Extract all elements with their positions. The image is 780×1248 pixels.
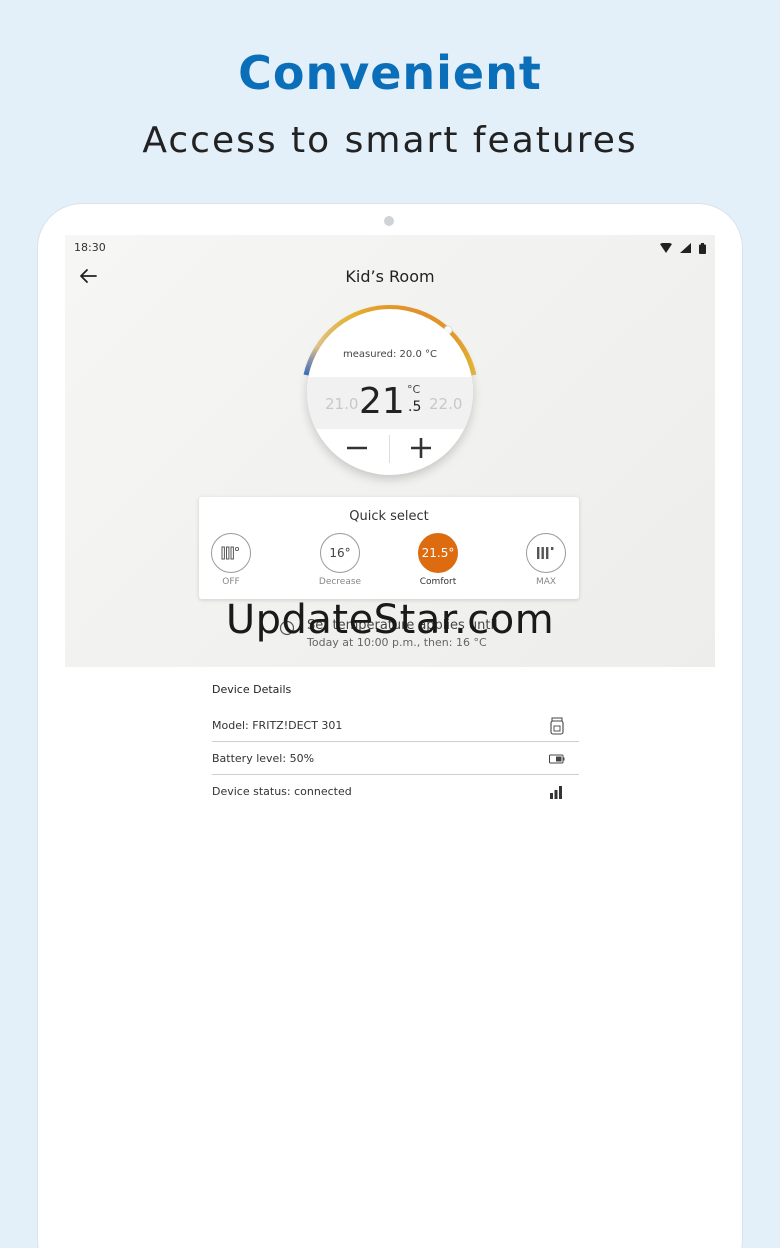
radiator-off-icon [221, 546, 240, 560]
qs-circle-decrease: 16° [320, 533, 360, 573]
signal-icon [680, 243, 691, 253]
page-title: Kid’s Room [345, 267, 435, 286]
thermostat-device-icon [550, 717, 564, 735]
qs-circle-max [526, 533, 566, 573]
dial-face: measured: 20.0 °C 21.0 21 °C .5 22.0 [307, 309, 473, 475]
temperature-prev-value[interactable]: 21.0 [325, 395, 358, 413]
measured-temperature: measured: 20.0 °C [343, 349, 437, 360]
signal-bars-icon [550, 786, 562, 799]
detail-battery-text: Battery level: 50% [212, 752, 315, 765]
status-bar: 18:30 [74, 241, 706, 259]
battery-half-icon [549, 754, 565, 764]
dial-controls [307, 429, 473, 469]
temperature-unit: °C [407, 383, 421, 396]
qs-circle-comfort: 21.5° [418, 533, 458, 573]
promo-title: Convenient [238, 46, 542, 100]
quick-select-off[interactable]: OFF [199, 533, 263, 587]
temperature-dial[interactable]: measured: 20.0 °C 21.0 21 °C .5 22.0 [301, 303, 479, 481]
tablet-frame: 18:30 Kid’s Room measured: 20.0 °C 21.0 … [38, 204, 742, 1248]
battery-icon [699, 242, 706, 254]
quick-select-max[interactable]: MAX [514, 533, 578, 587]
quick-select-title: Quick select [349, 509, 429, 524]
detail-row-status: Device status: connected [212, 775, 579, 808]
thermostat-panel: 18:30 Kid’s Room measured: 20.0 °C 21.0 … [65, 235, 715, 667]
plus-button[interactable] [407, 433, 435, 463]
detail-row-model: Model: FRITZ!DECT 301 [212, 709, 579, 742]
promo-subtitle: Access to smart features [142, 120, 638, 161]
dial-divider [389, 435, 390, 463]
qs-circle-off [211, 533, 251, 573]
quick-select-comfort[interactable]: 21.5° Comfort [406, 533, 470, 587]
temperature-next-value[interactable]: 22.0 [429, 395, 462, 413]
quick-select-decrease[interactable]: 16° Decrease [308, 533, 372, 587]
temperature-current-value: 21 [359, 381, 405, 422]
camera-icon [384, 216, 394, 226]
qs-label-comfort: Comfort [419, 577, 457, 587]
minus-button[interactable] [345, 435, 369, 461]
temperature-current-decimal: .5 [408, 399, 422, 415]
app-screen: 18:30 Kid’s Room measured: 20.0 °C 21.0 … [65, 235, 715, 1248]
detail-model-text: Model: FRITZ!DECT 301 [212, 719, 343, 732]
detail-row-battery: Battery level: 50% [212, 742, 579, 775]
quick-select-card: Quick select OFF 16° Decrease 21.5° Comf… [199, 497, 579, 599]
device-details-title: Device Details [212, 683, 292, 696]
qs-label-off: OFF [222, 577, 240, 587]
status-time: 18:30 [74, 241, 106, 254]
radiator-max-icon [537, 547, 554, 559]
temperature-picker[interactable]: 21.0 21 °C .5 22.0 [307, 377, 473, 429]
status-icons [660, 241, 706, 255]
wifi-icon [660, 243, 672, 253]
watermark: UpdateStar.com [225, 597, 555, 643]
qs-label-decrease: Decrease [318, 577, 362, 587]
qs-label-max: MAX [535, 577, 557, 587]
detail-status-text: Device status: connected [212, 785, 352, 798]
